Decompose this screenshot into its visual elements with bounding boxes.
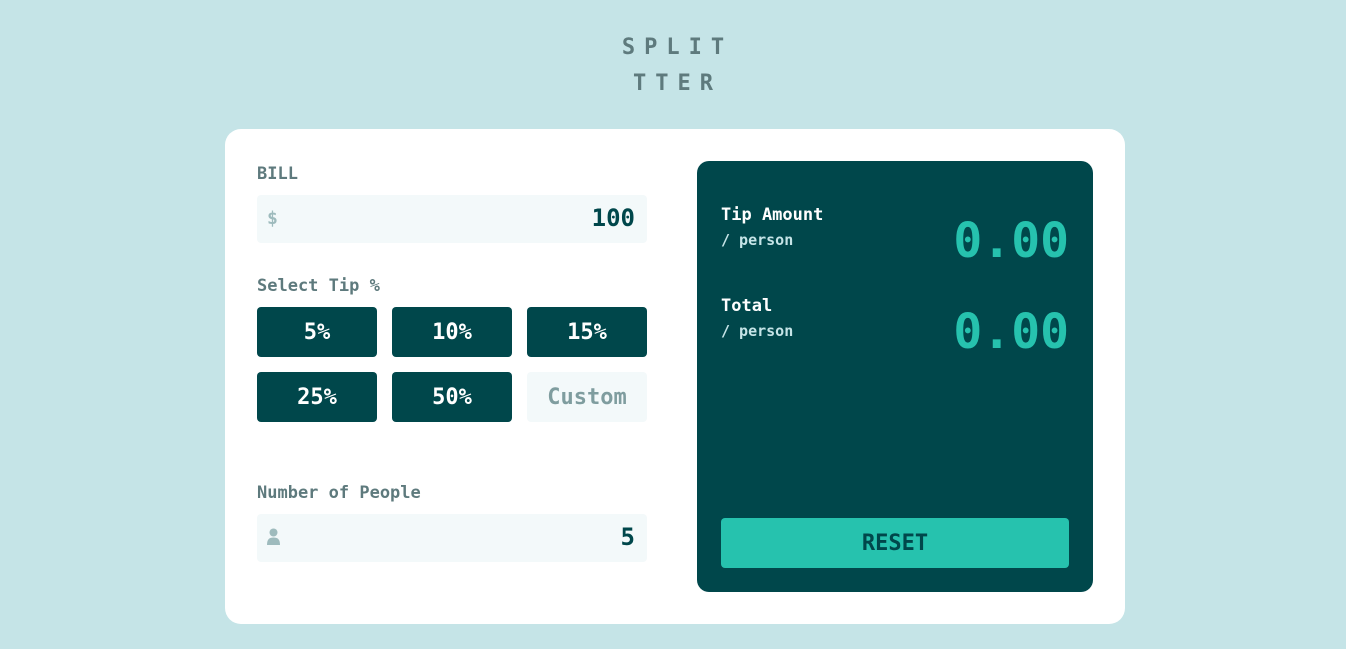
tip-50-button[interactable]: 50% — [392, 372, 512, 422]
tip-25-button[interactable]: 25% — [257, 372, 377, 422]
logo-line-1: SPLIT — [621, 35, 734, 60]
calculator-card: BILL $ 100 Select Tip % 5% 10% 15% 25% 5… — [225, 129, 1125, 624]
logo-line-2: TTER — [633, 71, 722, 96]
tip-10-button[interactable]: 10% — [392, 307, 512, 357]
total-label: Total — [721, 296, 773, 316]
bill-value: 100 — [591, 204, 635, 232]
custom-tip-input[interactable]: Custom — [527, 372, 647, 422]
bill-label: BILL — [257, 164, 298, 184]
total-value: 0.00 — [953, 304, 1069, 360]
people-input[interactable]: 5 — [257, 514, 647, 562]
people-value: 5 — [620, 523, 635, 551]
results-panel: Tip Amount / person 0.00 Total / person … — [697, 161, 1093, 592]
app-logo: SPLIT TTER — [0, 30, 1346, 102]
tip-amount-per-person: / person — [721, 231, 794, 249]
dollar-icon: $ — [267, 208, 278, 229]
tip-amount-value: 0.00 — [953, 213, 1069, 269]
person-icon — [267, 528, 280, 545]
tip-amount-label: Tip Amount — [721, 205, 824, 225]
total-per-person: / person — [721, 322, 794, 340]
tip-15-button[interactable]: 15% — [527, 307, 647, 357]
tip-5-button[interactable]: 5% — [257, 307, 377, 357]
bill-input[interactable]: $ 100 — [257, 195, 647, 243]
reset-button[interactable]: RESET — [721, 518, 1069, 568]
select-tip-label: Select Tip % — [257, 276, 380, 296]
people-label: Number of People — [257, 483, 421, 503]
